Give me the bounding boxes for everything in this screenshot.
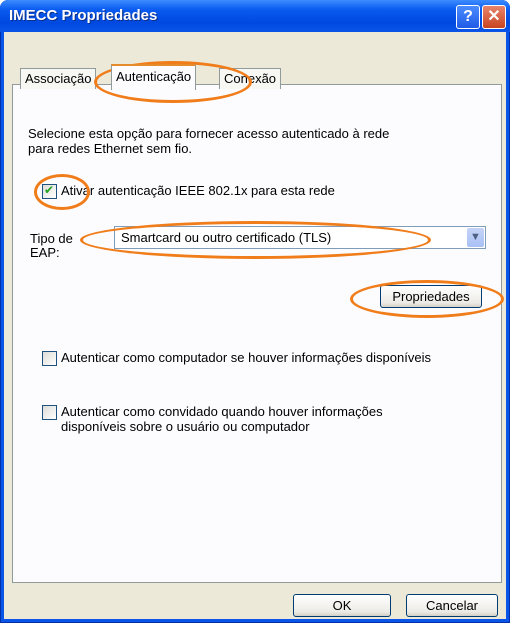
description-line-1: Selecione esta opção para fornecer acess… (28, 126, 390, 141)
tab-conexao[interactable]: Conexão (219, 68, 282, 89)
auth-as-computer-row[interactable]: Autenticar como computador se houver inf… (42, 350, 431, 366)
eap-type-value: Smartcard ou outro certificado (TLS) (121, 230, 332, 245)
window-title: IMECC Propriedades (9, 7, 158, 24)
enable-8021x-label: Ativar autenticação IEEE 802.1x para est… (61, 183, 335, 198)
chevron-down-icon[interactable]: ▼ (467, 228, 484, 247)
auth-as-guest-label: Autenticar como convidado quando houver … (61, 404, 383, 434)
eap-type-label-line-2: EAP: (30, 245, 60, 260)
close-button[interactable]: ✕ (482, 5, 506, 29)
tab-autenticacao[interactable]: Autenticação (111, 64, 197, 90)
help-button[interactable]: ? (456, 5, 480, 29)
auth-as-computer-checkbox[interactable] (42, 351, 57, 366)
title-bar[interactable]: IMECC Propriedades ? ✕ (0, 0, 510, 32)
description-line-2: para redes Ethernet sem fio. (28, 141, 193, 156)
tab-panel (12, 84, 502, 583)
properties-button[interactable]: Propriedades (380, 285, 482, 308)
enable-8021x-row[interactable]: Ativar autenticação IEEE 802.1x para est… (42, 183, 335, 199)
eap-type-label-line-1: Tipo de (30, 231, 73, 246)
auth-as-guest-row[interactable]: Autenticar como convidado quando houver … (42, 404, 383, 434)
auth-as-guest-checkbox[interactable] (42, 405, 57, 420)
auth-as-computer-label: Autenticar como computador se houver inf… (61, 350, 431, 365)
eap-type-label: Tipo de EAP: (30, 232, 73, 260)
cancel-button[interactable]: Cancelar (406, 594, 498, 617)
tab-associacao[interactable]: Associação (20, 68, 97, 89)
ok-button[interactable]: OK (293, 594, 391, 617)
auth-as-guest-label-line-2: disponíveis sobre o usuário ou computado… (61, 419, 310, 434)
eap-type-select[interactable]: Smartcard ou outro certificado (TLS) ▼ (114, 226, 486, 249)
auth-as-guest-label-line-1: Autenticar como convidado quando houver … (61, 404, 383, 419)
enable-8021x-checkbox[interactable] (42, 183, 57, 199)
description-text: Selecione esta opção para fornecer acess… (28, 126, 468, 156)
